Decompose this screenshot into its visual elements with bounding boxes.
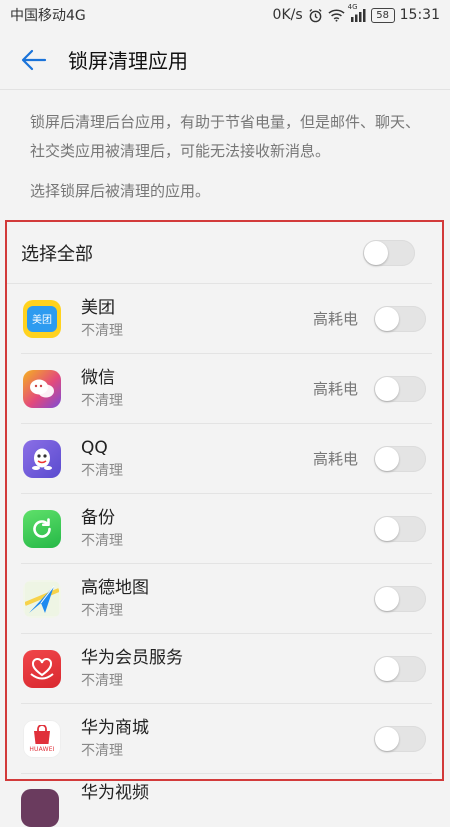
app-row-huawei-video[interactable]: 华为视频 [19, 783, 434, 827]
app-toggle-huawei-mall[interactable] [374, 725, 426, 752]
app-list: 选择全部 美团 美团 不清理 高耗电 微信 不清理 高耗电 QQ 不清理 高耗电… [5, 220, 444, 781]
app-row-backup[interactable]: 备份 不清理 [21, 494, 432, 564]
app-row-wechat[interactable]: 微信 不清理 高耗电 [21, 354, 432, 424]
app-row-meituan[interactable]: 美团 美团 不清理 高耗电 [21, 284, 432, 354]
app-status: 不清理 [81, 462, 123, 479]
amap-icon [23, 579, 61, 618]
status-bar: 中国移动4G 0K/s 4G 58 15:31 [0, 0, 450, 30]
app-name: 微信 [81, 367, 115, 388]
page-title: 锁屏清理应用 [68, 49, 188, 73]
back-arrow-icon [21, 49, 47, 70]
app-name: 高德地图 [81, 577, 149, 598]
huawei-member-icon [23, 649, 61, 688]
back-button[interactable] [18, 44, 50, 76]
backup-icon [23, 509, 61, 548]
app-text: 备份 不清理 [81, 507, 358, 551]
app-row-amap[interactable]: 高德地图 不清理 [21, 564, 432, 634]
app-text: 华为会员服务 不清理 [81, 647, 358, 691]
app-status: 不清理 [81, 602, 123, 619]
signal-badge: 4G [347, 3, 358, 11]
app-status: 不清理 [81, 322, 123, 339]
app-text: 华为商城 不清理 [81, 717, 358, 761]
select-all-row[interactable]: 选择全部 [7, 222, 432, 284]
huawei-mall-icon: HUAWEI [23, 719, 61, 758]
app-row-huawei-mall[interactable]: HUAWEI 华为商城 不清理 [21, 704, 432, 774]
select-all-label: 选择全部 [21, 243, 93, 265]
instruction-text: 选择锁屏后被清理的应用。 [30, 182, 211, 200]
app-row-huawei-member[interactable]: 华为会员服务 不清理 [21, 634, 432, 704]
app-toggle-amap[interactable] [374, 585, 426, 612]
app-status: 不清理 [81, 672, 123, 689]
app-name: 华为商城 [81, 717, 149, 738]
meituan-icon-label: 美团 [27, 305, 57, 332]
wechat-icon [23, 369, 61, 408]
app-status: 不清理 [81, 392, 123, 409]
app-name: 华为会员服务 [81, 647, 183, 668]
battery-indicator: 58 [370, 7, 395, 23]
wifi-icon [328, 8, 345, 22]
app-name: QQ [81, 437, 108, 458]
app-name: 华为视频 [81, 783, 149, 803]
page-header: 锁屏清理应用 [0, 30, 450, 90]
app-toggle-huawei-member[interactable] [374, 655, 426, 682]
select-all-toggle[interactable] [363, 239, 415, 266]
app-toggle-qq[interactable] [374, 445, 426, 472]
status-icons: 0K/s 4G 58 15:31 [272, 3, 440, 23]
high-power-badge: 高耗电 [312, 380, 358, 398]
meituan-icon: 美团 [23, 299, 61, 338]
qq-icon [23, 439, 61, 478]
app-text: 微信 不清理 [81, 367, 313, 411]
app-toggle-wechat[interactable] [374, 375, 426, 402]
network-speed: 0K/s [272, 7, 303, 23]
carrier-label: 中国移动4G [10, 8, 86, 24]
clock: 15:31 [399, 7, 440, 23]
app-toggle-backup[interactable] [374, 515, 426, 542]
huawei-mall-icon-label: HUAWEI [29, 745, 55, 753]
high-power-badge: 高耗电 [312, 310, 358, 328]
description-text: 锁屏后清理后台应用，有助于节省电量，但是邮件、聊天、社交类应用被清理后，可能无法… [30, 113, 421, 160]
alarm-icon [308, 8, 323, 23]
app-text: 高德地图 不清理 [81, 577, 358, 621]
app-name: 美团 [81, 297, 115, 318]
huawei-video-icon [21, 789, 59, 827]
app-text: 美团 不清理 [81, 297, 313, 341]
cellular-signal-icon: 4G [348, 3, 366, 22]
app-name: 备份 [81, 507, 115, 528]
app-status: 不清理 [81, 532, 123, 549]
app-text: QQ 不清理 [81, 437, 313, 481]
app-row-qq[interactable]: QQ 不清理 高耗电 [21, 424, 432, 494]
app-status: 不清理 [81, 742, 123, 759]
high-power-badge: 高耗电 [312, 450, 358, 468]
app-toggle-meituan[interactable] [374, 305, 426, 332]
